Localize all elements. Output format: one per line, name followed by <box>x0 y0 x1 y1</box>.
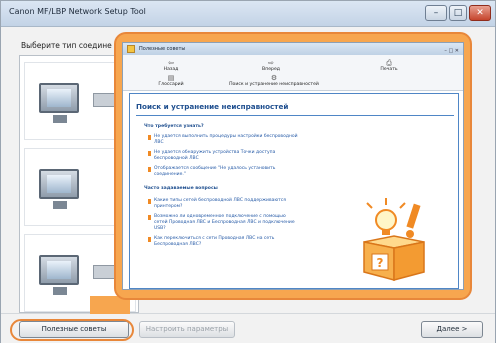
help-link[interactable]: Возможно ли одновременное подключение с … <box>148 214 298 232</box>
tips-highlight-circle <box>10 319 134 341</box>
troubleshooting-button[interactable]: ⚙ Поиск и устранение неисправностей <box>219 74 329 87</box>
help-heading: Поиск и устранение неисправностей <box>136 102 289 111</box>
help-toolbar: ⇦ Назад ⇨ Вперед ⎙ Печать ▤ Глоссарий ⚙ … <box>123 55 463 91</box>
glossary-icon: ▤ <box>167 74 175 82</box>
help-window-title: Полезные советы <box>139 46 186 52</box>
help-link[interactable]: Какие типы сетей беспроводной ЛВС поддер… <box>148 198 298 210</box>
tips-help-window: Полезные советы – □ ✕ ⇦ Назад ⇨ Вперед ⎙… <box>122 42 464 290</box>
glossary-button[interactable]: ▤ Глоссарий <box>151 74 191 87</box>
minimize-button[interactable]: – <box>425 5 447 21</box>
forward-button[interactable]: ⇨ Вперед <box>251 59 291 72</box>
printer-icon: ⎙ <box>386 59 392 67</box>
monitor-stand-icon <box>53 115 67 123</box>
computer-icon <box>39 83 79 113</box>
help-title-bar: Полезные советы – □ ✕ <box>123 43 463 55</box>
configure-settings-button[interactable]: Настроить параметры <box>139 321 235 338</box>
monitor-stand-icon <box>53 201 67 209</box>
exclamation-icon <box>406 203 421 238</box>
next-button[interactable]: Далее > <box>421 321 483 338</box>
back-arrow-icon: ⇦ <box>168 59 174 67</box>
help-link[interactable]: Как переключиться с сети Проводная ЛВС н… <box>148 236 298 248</box>
help-link[interactable]: Отображается сообщение "Не удалось устан… <box>148 166 298 178</box>
troubleshooting-icon: ⚙ <box>270 74 278 82</box>
question-box-illustration: ? <box>363 198 425 281</box>
computer-icon <box>39 255 79 285</box>
help-content: Поиск и устранение неисправностей Что тр… <box>129 93 459 289</box>
title-bar: Canon MF/LBP Network Setup Tool – □ ✕ <box>1 1 495 27</box>
back-button[interactable]: ⇦ Назад <box>151 59 191 72</box>
maximize-button[interactable]: □ <box>449 5 467 21</box>
section-title-faq: Часто задаваемые вопросы <box>144 186 218 191</box>
computer-icon <box>39 169 79 199</box>
monitor-stand-icon <box>53 287 67 295</box>
heading-divider <box>136 115 454 116</box>
svg-text:?: ? <box>377 256 384 270</box>
close-button[interactable]: ✕ <box>469 5 491 21</box>
section-title-questions: Что требуется узнать? <box>144 124 204 129</box>
lightbulb-icon <box>366 198 406 235</box>
help-link[interactable]: Не удается обнаружить устройства Точки д… <box>148 150 298 162</box>
question-box-icon: ? <box>363 235 425 281</box>
forward-arrow-icon: ⇨ <box>268 59 274 67</box>
connection-type-prompt: Выберите тип соедине <box>21 41 112 50</box>
print-button[interactable]: ⎙ Печать <box>369 59 409 72</box>
window-title: Canon MF/LBP Network Setup Tool <box>9 7 146 16</box>
help-app-icon <box>127 45 135 53</box>
help-link[interactable]: Не удается выполнить процедуры настройки… <box>148 134 298 146</box>
